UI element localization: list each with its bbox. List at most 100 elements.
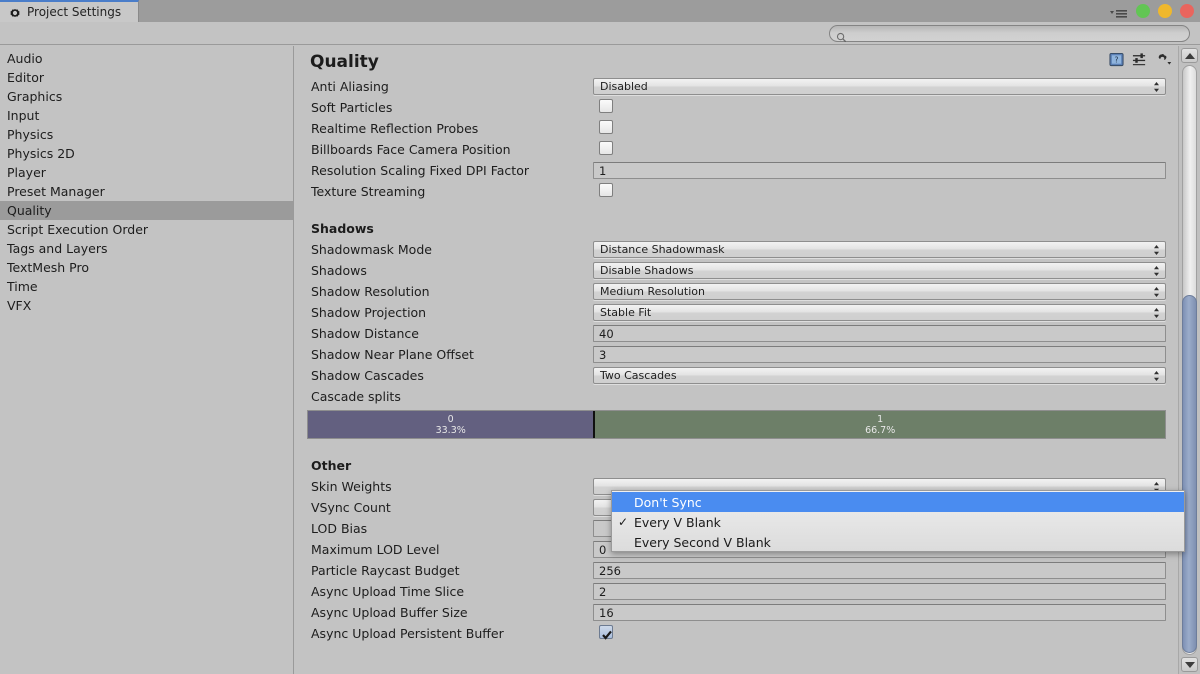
sidebar-item-time[interactable]: Time bbox=[0, 277, 293, 296]
quality-settings-panel: Quality ? Anti Aliasing Disabled Soft Pa… bbox=[295, 46, 1178, 674]
search-icon bbox=[836, 28, 847, 43]
setting-label: Billboards Face Camera Position bbox=[311, 142, 511, 157]
realtime-reflection-probes-checkbox[interactable] bbox=[599, 120, 613, 134]
sidebar-item-physics-2d[interactable]: Physics 2D bbox=[0, 144, 293, 163]
shadows-dropdown[interactable]: Disable Shadows bbox=[593, 262, 1166, 279]
sidebar-item-label: Player bbox=[7, 165, 46, 180]
shadow-projection-dropdown[interactable]: Stable Fit bbox=[593, 304, 1166, 321]
preset-icon[interactable] bbox=[1132, 52, 1147, 71]
section-header-other: Other bbox=[311, 458, 352, 473]
sidebar-item-editor[interactable]: Editor bbox=[0, 68, 293, 87]
tab-project-settings[interactable]: Project Settings bbox=[0, 0, 139, 22]
vsync-count-dropdown-menu[interactable]: Don't Sync ✓ Every V Blank Every Second … bbox=[611, 490, 1185, 552]
setting-label: LOD Bias bbox=[311, 521, 368, 536]
sidebar-item-player[interactable]: Player bbox=[0, 163, 293, 182]
shadow-cascades-dropdown[interactable]: Two Cascades bbox=[593, 367, 1166, 384]
close-button[interactable] bbox=[1180, 4, 1194, 18]
sidebar-item-tags-and-layers[interactable]: Tags and Layers bbox=[0, 239, 293, 258]
minimize-button[interactable] bbox=[1136, 4, 1150, 18]
sidebar-item-label: Tags and Layers bbox=[7, 241, 108, 256]
checkmark-icon: ✓ bbox=[618, 515, 629, 529]
search-field[interactable] bbox=[829, 25, 1190, 43]
sidebar-item-label: Quality bbox=[7, 203, 52, 218]
chevron-updown-icon bbox=[1153, 81, 1160, 93]
dropdown-option-label: Every V Blank bbox=[634, 514, 721, 530]
dropdown-option-every-v-blank[interactable]: ✓ Every V Blank bbox=[612, 512, 1184, 532]
window-controls bbox=[1110, 0, 1194, 22]
async-upload-time-slice-input[interactable]: 2 bbox=[593, 583, 1166, 600]
cascade-index: 1 bbox=[877, 413, 884, 425]
setting-label: Particle Raycast Budget bbox=[311, 563, 460, 578]
dropdown-value: Disabled bbox=[600, 80, 648, 93]
setting-row-async-upload-time-slice: Async Upload Time Slice 2 bbox=[295, 581, 1178, 602]
shadow-resolution-dropdown[interactable]: Medium Resolution bbox=[593, 283, 1166, 300]
sidebar-item-label: Script Execution Order bbox=[7, 222, 149, 237]
chevron-updown-icon bbox=[1153, 286, 1160, 298]
section-header-shadows: Shadows bbox=[311, 221, 374, 236]
sidebar-item-preset-manager[interactable]: Preset Manager bbox=[0, 182, 293, 201]
setting-label: Skin Weights bbox=[311, 479, 392, 494]
sidebar-item-vfx[interactable]: VFX bbox=[0, 296, 293, 315]
dropdown-option-every-second-v-blank[interactable]: Every Second V Blank bbox=[612, 532, 1184, 552]
cascade-index: 0 bbox=[447, 413, 454, 425]
particle-raycast-budget-input[interactable]: 256 bbox=[593, 562, 1166, 579]
texture-streaming-checkbox[interactable] bbox=[599, 183, 613, 197]
scrollbar-thumb[interactable] bbox=[1182, 295, 1197, 653]
settings-rows: Anti Aliasing Disabled Soft Particles Re… bbox=[295, 76, 1178, 644]
cascade-segment-0[interactable]: 0 33.3% bbox=[308, 411, 594, 438]
billboards-face-camera-position-checkbox[interactable] bbox=[599, 141, 613, 155]
search-input[interactable] bbox=[851, 26, 1171, 41]
setting-row-shadow-resolution: Shadow Resolution Medium Resolution bbox=[295, 281, 1178, 302]
setting-row-shadowmask-mode: Shadowmask Mode Distance Shadowmask bbox=[295, 239, 1178, 260]
shadow-distance-input[interactable]: 40 bbox=[593, 325, 1166, 342]
sidebar-item-label: Input bbox=[7, 108, 40, 123]
shadow-near-plane-offset-input[interactable]: 3 bbox=[593, 346, 1166, 363]
cascade-segment-1[interactable]: 1 66.7% bbox=[593, 411, 1165, 438]
setting-label: Cascade splits bbox=[311, 389, 401, 404]
resolution-scaling-fixed-dpi-factor-input[interactable]: 1 bbox=[593, 162, 1166, 179]
dropdown-option-label: Don't Sync bbox=[634, 494, 702, 510]
async-upload-persistent-buffer-checkbox[interactable] bbox=[599, 625, 613, 640]
settings-gear-icon[interactable] bbox=[1155, 52, 1172, 71]
cascade-percent: 66.7% bbox=[865, 424, 896, 436]
sidebar-item-script-execution-order[interactable]: Script Execution Order bbox=[0, 220, 293, 239]
sidebar-item-label: VFX bbox=[7, 298, 32, 313]
help-icon[interactable]: ? bbox=[1109, 52, 1124, 71]
shadowmask-mode-dropdown[interactable]: Distance Shadowmask bbox=[593, 241, 1166, 258]
setting-label: Async Upload Time Slice bbox=[311, 584, 465, 599]
sidebar-item-label: TextMesh Pro bbox=[7, 260, 89, 275]
sidebar-item-label: Graphics bbox=[7, 89, 63, 104]
window-menu-icon[interactable] bbox=[1110, 5, 1128, 18]
chevron-updown-icon bbox=[1153, 244, 1160, 256]
setting-label: Shadow Near Plane Offset bbox=[311, 347, 474, 362]
chevron-updown-icon bbox=[1153, 370, 1160, 382]
sidebar-item-quality[interactable]: Quality bbox=[0, 201, 293, 220]
setting-label: Shadow Distance bbox=[311, 326, 419, 341]
setting-label: Shadow Projection bbox=[311, 305, 427, 320]
checkmark-icon bbox=[601, 626, 613, 645]
scroll-up-arrow-icon[interactable] bbox=[1181, 48, 1198, 63]
async-upload-buffer-size-input[interactable]: 16 bbox=[593, 604, 1166, 621]
setting-label: Anti Aliasing bbox=[311, 79, 389, 94]
sidebar-item-input[interactable]: Input bbox=[0, 106, 293, 125]
scroll-down-arrow-icon[interactable] bbox=[1181, 657, 1198, 672]
field-value: 16 bbox=[599, 605, 614, 620]
setting-row-shadow-near-plane-offset: Shadow Near Plane Offset 3 bbox=[295, 344, 1178, 365]
setting-row-resolution-scaling-fixed-dpi-factor: Resolution Scaling Fixed DPI Factor 1 bbox=[295, 160, 1178, 181]
sidebar-item-textmesh-pro[interactable]: TextMesh Pro bbox=[0, 258, 293, 277]
soft-particles-checkbox[interactable] bbox=[599, 99, 613, 113]
setting-label: Async Upload Buffer Size bbox=[311, 605, 468, 620]
cascade-splits-bar[interactable]: 0 33.3% 1 66.7% bbox=[307, 410, 1166, 439]
sidebar-item-graphics[interactable]: Graphics bbox=[0, 87, 293, 106]
sidebar-item-audio[interactable]: Audio bbox=[0, 49, 293, 68]
sidebar-item-physics[interactable]: Physics bbox=[0, 125, 293, 144]
dropdown-option-dont-sync[interactable]: Don't Sync bbox=[612, 492, 1184, 512]
maximize-button[interactable] bbox=[1158, 4, 1172, 18]
setting-label: Resolution Scaling Fixed DPI Factor bbox=[311, 163, 529, 178]
anti-aliasing-dropdown[interactable]: Disabled bbox=[593, 78, 1166, 95]
tab-label: Project Settings bbox=[27, 5, 122, 19]
setting-row-realtime-reflection-probes: Realtime Reflection Probes bbox=[295, 118, 1178, 139]
vertical-scrollbar[interactable] bbox=[1178, 46, 1200, 674]
